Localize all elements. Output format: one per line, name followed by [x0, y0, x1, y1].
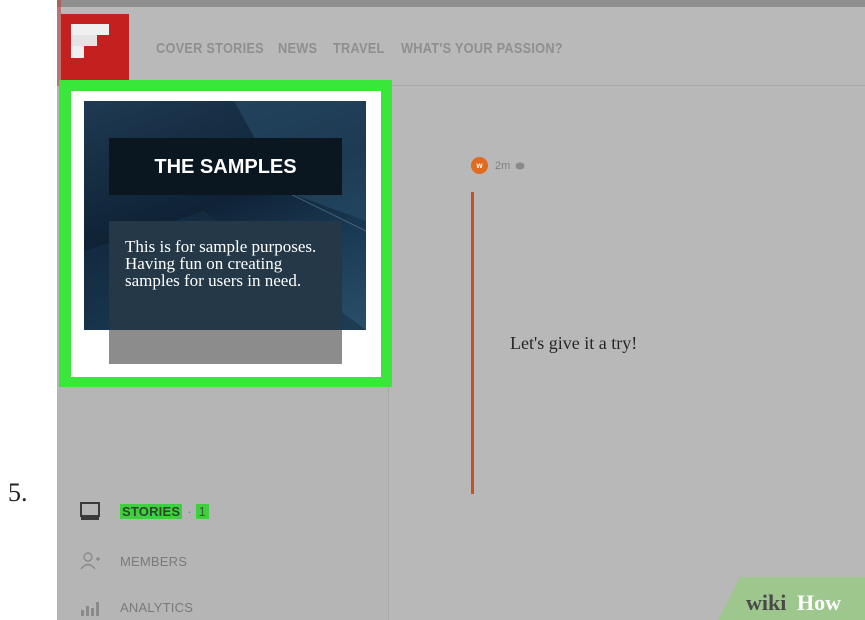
cover-footer-bar [109, 330, 342, 364]
flipboard-logo-icon[interactable] [61, 14, 129, 84]
top-header: COVER STORIES NEWS TRAVEL WHAT'S YOUR PA… [57, 7, 865, 86]
sidebar-item-label: STORIES [120, 503, 183, 519]
top-nav: COVER STORIES NEWS TRAVEL WHAT'S YOUR PA… [156, 40, 608, 57]
flipboard-logo-glyph [71, 24, 109, 58]
comment-icon[interactable] [515, 162, 525, 170]
sidebar-item-members[interactable]: MEMBERS [79, 550, 187, 572]
nav-travel[interactable]: TRAVEL [333, 40, 385, 57]
nav-news[interactable]: NEWS [278, 40, 317, 57]
highlight-frame: THE SAMPLES This is for sample purposes.… [59, 80, 392, 387]
wikihow-watermark: wiki How [718, 577, 865, 620]
stories-icon [80, 502, 100, 520]
stories-count-badge: 1 [195, 503, 210, 519]
analytics-icon [81, 602, 99, 616]
sidebar-item-label: MEMBERS [120, 553, 188, 569]
add-member-icon [80, 552, 100, 570]
sidebar-item-stories[interactable]: STORIES · 1 [79, 500, 210, 522]
post-timestamp: 2m [495, 159, 511, 172]
magazine-description: This is for sample purposes. Having fun … [125, 237, 317, 290]
post-accent-line [471, 192, 474, 494]
magazine-title: THE SAMPLES [154, 156, 297, 178]
stories-separator: · [187, 503, 192, 519]
window-top-strip [57, 0, 865, 7]
step-number: 5. [8, 478, 28, 507]
sidebar-item-label: ANALYTICS [120, 599, 194, 615]
post-meta: w 2m [471, 157, 525, 174]
magazine-cover[interactable]: THE SAMPLES This is for sample purposes.… [84, 101, 366, 330]
nav-cover-stories[interactable]: COVER STORIES [156, 40, 264, 57]
nav-whats-your-passion[interactable]: WHAT'S YOUR PASSION? [401, 40, 563, 57]
watermark-how: How [797, 590, 841, 615]
post-text: Let's give it a try! [510, 333, 638, 353]
watermark-wiki: wiki [746, 590, 786, 615]
sidebar-item-analytics[interactable]: ANALYTICS [79, 596, 193, 618]
app-screen: COVER STORIES NEWS TRAVEL WHAT'S YOUR PA… [57, 0, 865, 620]
cover-description-box: This is for sample purposes. Having fun … [109, 221, 342, 330]
cover-title-box: THE SAMPLES [109, 138, 342, 195]
avatar[interactable]: w [471, 157, 488, 174]
